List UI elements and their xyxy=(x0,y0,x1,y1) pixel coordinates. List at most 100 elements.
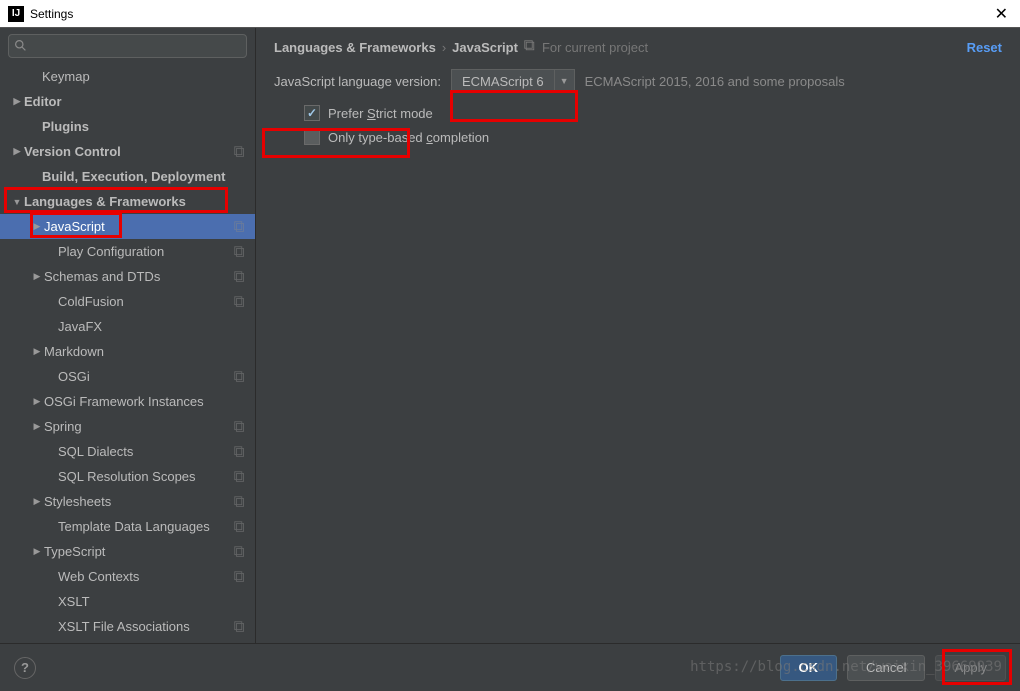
tree-item-label: TypeScript xyxy=(44,544,233,559)
tree-item-label: Template Data Languages xyxy=(58,519,233,534)
tree-item[interactable]: ▶OSGi Framework Instances xyxy=(0,389,255,414)
apply-button[interactable]: Apply xyxy=(935,655,1006,681)
tree-item-label: Markdown xyxy=(44,344,247,359)
copy-icon xyxy=(233,270,247,284)
reset-link[interactable]: Reset xyxy=(967,40,1002,55)
tree-item[interactable]: ▶JavaScript xyxy=(0,214,255,239)
cancel-button[interactable]: Cancel xyxy=(847,655,925,681)
copy-icon xyxy=(233,570,247,584)
tree-item[interactable]: ▶Editor xyxy=(0,89,255,114)
tree-item[interactable]: ▼Languages & Frameworks xyxy=(0,189,255,214)
tree-item[interactable]: JavaFX xyxy=(0,314,255,339)
tree-item[interactable]: XSLT xyxy=(0,589,255,614)
tree-arrow-icon: ▶ xyxy=(30,496,44,507)
tree-item-label: Languages & Frameworks xyxy=(24,194,247,209)
copy-icon xyxy=(233,545,247,559)
project-icon xyxy=(524,40,536,55)
tree-item-label: SQL Dialects xyxy=(58,444,233,459)
copy-icon xyxy=(233,220,247,234)
tree-item[interactable]: SQL Dialects xyxy=(0,439,255,464)
lang-version-value: ECMAScript 6 xyxy=(452,74,554,89)
type-completion-label: Only type-based completion xyxy=(328,130,489,145)
tree-item-label: Keymap xyxy=(42,69,247,84)
tree-item-label: OSGi xyxy=(58,369,233,384)
tree-item-label: OSGi Framework Instances xyxy=(44,394,247,409)
tree-arrow-icon: ▶ xyxy=(30,421,44,432)
tree-arrow-icon: ▶ xyxy=(30,221,44,232)
tree-item[interactable]: Template Data Languages xyxy=(0,514,255,539)
titlebar-left: IJ Settings xyxy=(8,6,73,22)
tree-item-label: JavaFX xyxy=(58,319,247,334)
tree-item[interactable]: XSLT File Associations xyxy=(0,614,255,639)
app-icon: IJ xyxy=(8,6,24,22)
tree-item[interactable]: Keymap xyxy=(0,64,255,89)
tree-item[interactable]: ▶Markdown xyxy=(0,339,255,364)
tree-item-label: ColdFusion xyxy=(58,294,233,309)
tree-item-label: Stylesheets xyxy=(44,494,233,509)
lang-version-row: JavaScript language version: ECMAScript … xyxy=(274,69,1002,93)
content-panel: Languages & Frameworks › JavaScript For … xyxy=(256,28,1020,643)
tree-item[interactable]: OSGi xyxy=(0,364,255,389)
window-title: Settings xyxy=(30,7,73,21)
lang-version-label: JavaScript language version: xyxy=(274,74,441,89)
copy-icon xyxy=(233,145,247,159)
tree-arrow-icon: ▶ xyxy=(30,271,44,282)
ok-button[interactable]: OK xyxy=(780,655,838,681)
tree-arrow-icon: ▶ xyxy=(10,96,24,107)
tree-item[interactable]: Play Configuration xyxy=(0,239,255,264)
sidebar: Keymap▶EditorPlugins▶Version ControlBuil… xyxy=(0,28,256,643)
type-completion-row[interactable]: Only type-based completion xyxy=(274,129,1002,145)
copy-icon xyxy=(233,295,247,309)
copy-icon xyxy=(233,445,247,459)
tree-item-label: Plugins xyxy=(42,119,247,134)
tree-item[interactable]: ▶Spring xyxy=(0,414,255,439)
copy-icon xyxy=(233,620,247,634)
footer: ? OK Cancel Apply xyxy=(0,643,1020,691)
tree-item[interactable]: Web Contexts xyxy=(0,564,255,589)
copy-icon xyxy=(233,470,247,484)
tree-item[interactable]: ▶Stylesheets xyxy=(0,489,255,514)
tree-item[interactable]: ColdFusion xyxy=(0,289,255,314)
tree-item[interactable]: Plugins xyxy=(0,114,255,139)
tree-item[interactable]: ▶TypeScript xyxy=(0,539,255,564)
tree-item[interactable]: SQL Resolution Scopes xyxy=(0,464,255,489)
prefer-strict-row[interactable]: Prefer Strict mode xyxy=(274,105,1002,121)
titlebar: IJ Settings ✕ xyxy=(0,0,1020,28)
chevron-down-icon: ▼ xyxy=(554,70,574,92)
tree-item-label: Spring xyxy=(44,419,233,434)
breadcrumb: Languages & Frameworks › JavaScript For … xyxy=(274,40,1002,55)
tree-item[interactable]: Build, Execution, Deployment xyxy=(0,164,255,189)
tree-arrow-icon: ▶ xyxy=(30,396,44,407)
search-wrap xyxy=(0,28,255,64)
tree-item-label: SQL Resolution Scopes xyxy=(58,469,233,484)
main-area: Keymap▶EditorPlugins▶Version ControlBuil… xyxy=(0,28,1020,643)
tree-item-label: Build, Execution, Deployment xyxy=(42,169,247,184)
project-scope-label: For current project xyxy=(542,40,648,55)
tree-item-label: Schemas and DTDs xyxy=(44,269,233,284)
copy-icon xyxy=(233,420,247,434)
footer-buttons: OK Cancel Apply xyxy=(780,655,1007,681)
prefer-strict-label: Prefer Strict mode xyxy=(328,106,433,121)
crumb-1[interactable]: Languages & Frameworks xyxy=(274,40,436,55)
tree-item-label: Play Configuration xyxy=(58,244,233,259)
copy-icon xyxy=(233,495,247,509)
settings-tree[interactable]: Keymap▶EditorPlugins▶Version ControlBuil… xyxy=(0,64,255,643)
lang-version-dropdown[interactable]: ECMAScript 6 ▼ xyxy=(451,69,575,93)
copy-icon xyxy=(233,245,247,259)
crumb-2: JavaScript xyxy=(452,40,518,55)
tree-item[interactable]: ▶Version Control xyxy=(0,139,255,164)
tree-item[interactable]: ▶Schemas and DTDs xyxy=(0,264,255,289)
help-button[interactable]: ? xyxy=(14,657,36,679)
tree-arrow-icon: ▶ xyxy=(30,346,44,357)
tree-arrow-icon: ▶ xyxy=(30,546,44,557)
chevron-right-icon: › xyxy=(442,40,446,55)
tree-item-label: XSLT File Associations xyxy=(58,619,233,634)
search-input[interactable] xyxy=(8,34,247,58)
close-icon[interactable]: ✕ xyxy=(991,4,1012,24)
prefer-strict-checkbox[interactable] xyxy=(304,105,320,121)
type-completion-checkbox[interactable] xyxy=(304,129,320,145)
tree-item-label: Editor xyxy=(24,94,247,109)
tree-item-label: Version Control xyxy=(24,144,233,159)
tree-item-label: XSLT xyxy=(58,594,247,609)
lang-version-desc: ECMAScript 2015, 2016 and some proposals xyxy=(585,74,845,89)
